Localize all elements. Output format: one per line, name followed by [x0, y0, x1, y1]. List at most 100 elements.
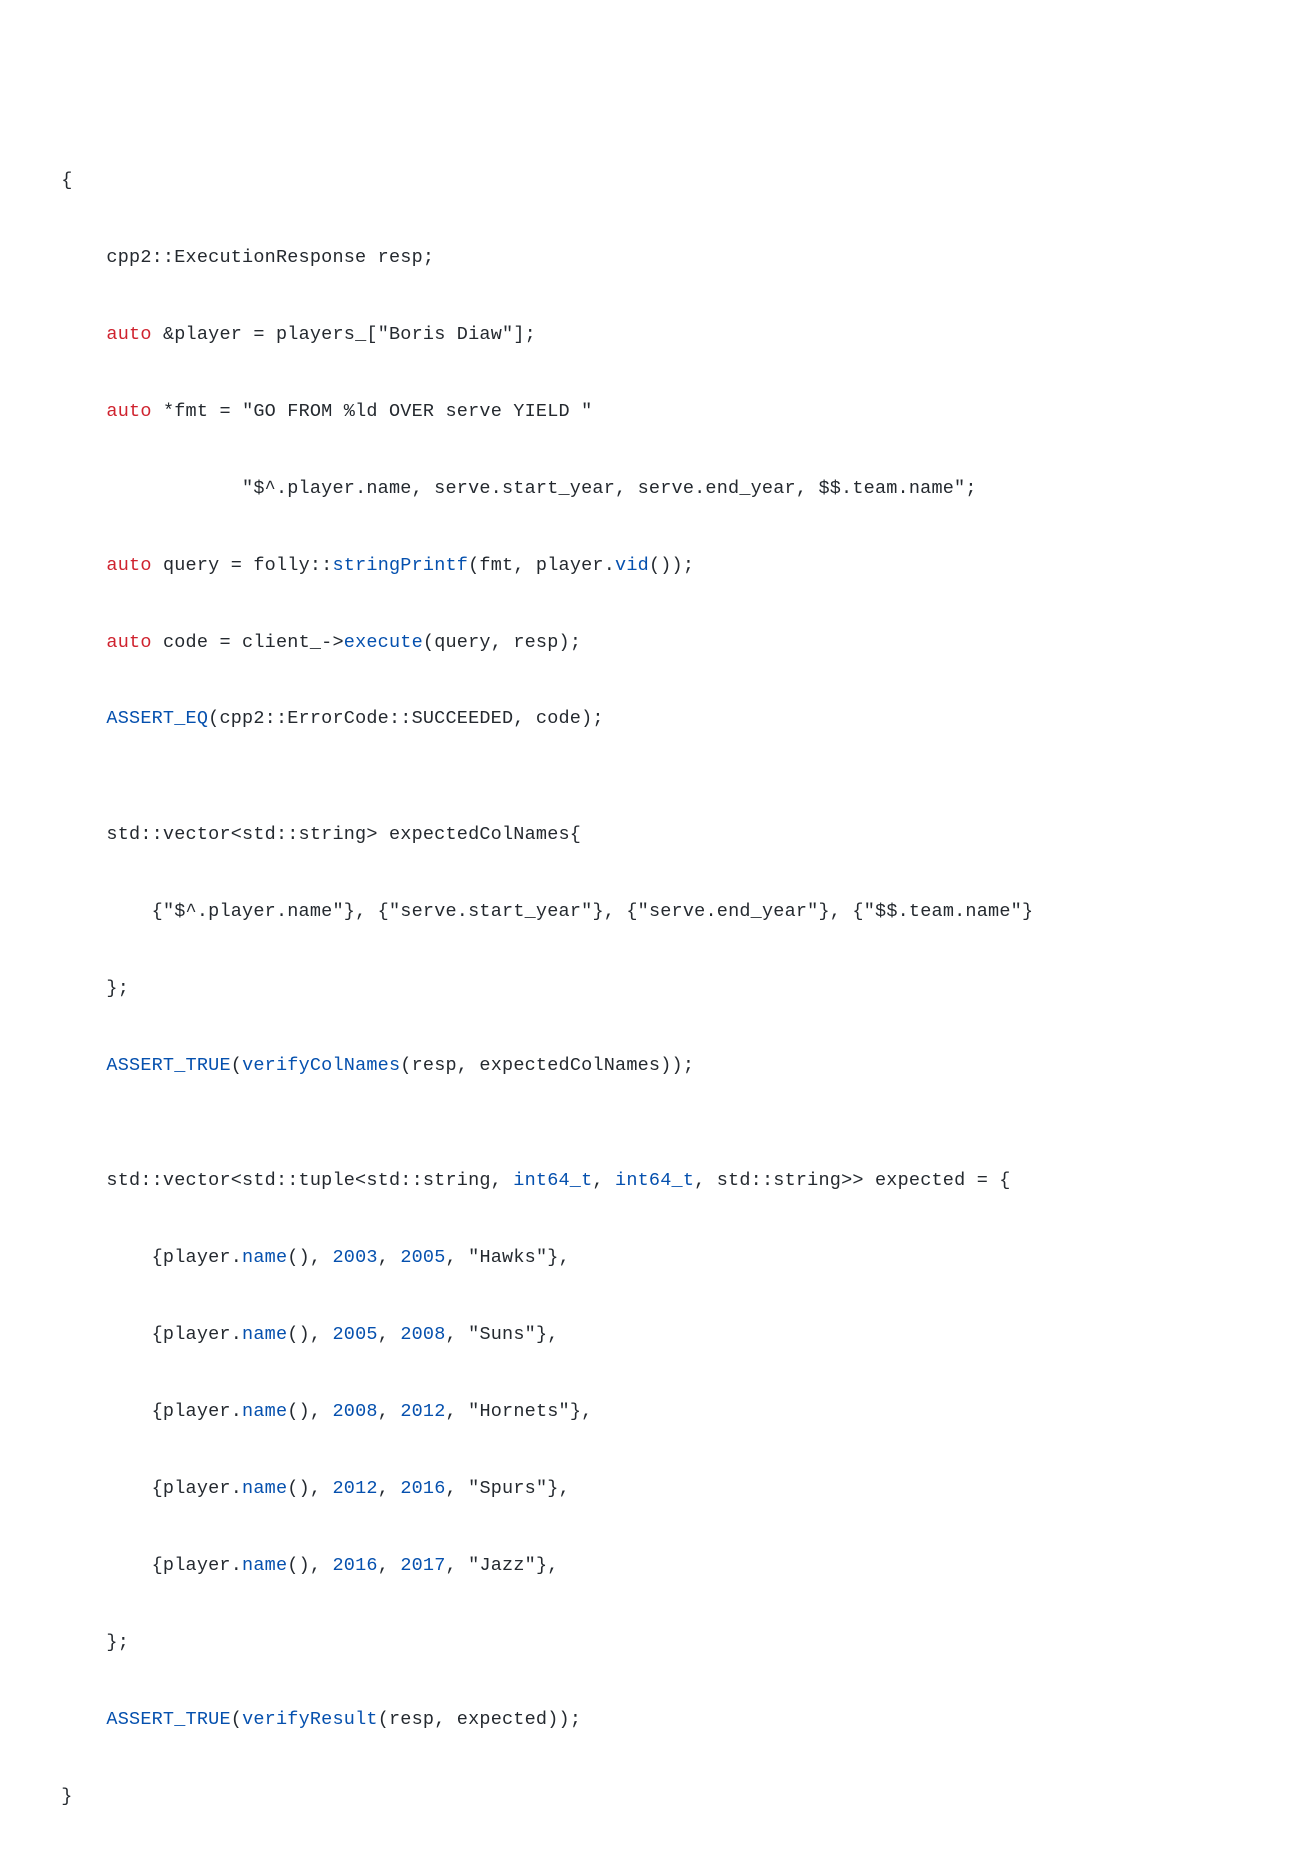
code-token: ,	[378, 1401, 401, 1422]
code-token: },	[536, 1555, 559, 1576]
code-line: };	[16, 970, 1290, 1008]
code-token: name	[242, 1555, 287, 1576]
code-token: },	[547, 1478, 570, 1499]
code-token: ;	[965, 478, 976, 499]
code-token: ,	[378, 1555, 401, 1576]
code-token: ,	[446, 1247, 469, 1268]
code-token: };	[106, 978, 129, 999]
code-token: {	[152, 901, 163, 922]
code-line: {player.name(), 2003, 2005, "Hawks"},	[16, 1239, 1290, 1277]
code-line: "$^.player.name, serve.start_year, serve…	[16, 470, 1290, 508]
code-token: }	[61, 1786, 72, 1807]
code-token: (),	[287, 1555, 332, 1576]
code-token: {	[61, 170, 72, 191]
code-token: (resp, expectedColNames));	[400, 1055, 694, 1076]
code-token: "Jazz"	[468, 1555, 536, 1576]
code-token: *fmt =	[152, 401, 242, 422]
code-token: (),	[287, 1478, 332, 1499]
code-line: auto code = client_->execute(query, resp…	[16, 624, 1290, 662]
code-token: auto	[106, 555, 151, 576]
code-token: "Suns"	[468, 1324, 536, 1345]
code-token: "serve.end_year"	[638, 901, 819, 922]
code-token: "serve.start_year"	[389, 901, 592, 922]
code-token: "Spurs"	[468, 1478, 547, 1499]
code-token: }, {	[344, 901, 389, 922]
code-token: },	[570, 1401, 593, 1422]
code-line: ASSERT_TRUE(verifyColNames(resp, expecte…	[16, 1047, 1290, 1085]
code-token: ,	[446, 1324, 469, 1345]
code-token: ,	[592, 1170, 615, 1191]
code-token: name	[242, 1478, 287, 1499]
code-line: };	[16, 1624, 1290, 1662]
code-token: 2005	[400, 1247, 445, 1268]
code-token: vid	[615, 555, 649, 576]
code-token: std::vector<std::tuple<std::string,	[106, 1170, 513, 1191]
code-line: {	[16, 162, 1290, 200]
code-token: ASSERT_EQ	[106, 708, 208, 729]
code-token: ,	[446, 1478, 469, 1499]
code-token: verifyColNames	[242, 1055, 400, 1076]
code-token: 2016	[400, 1478, 445, 1499]
code-token: name	[242, 1401, 287, 1422]
code-token: name	[242, 1324, 287, 1345]
code-line: ASSERT_TRUE(verifyResult(resp, expected)…	[16, 1701, 1290, 1739]
code-line: cpp2::ExecutionResponse resp;	[16, 239, 1290, 277]
code-token: },	[536, 1324, 559, 1345]
code-token: (fmt, player.	[468, 555, 615, 576]
code-token: 2003	[332, 1247, 377, 1268]
code-token: 2008	[332, 1401, 377, 1422]
code-line: {player.name(), 2016, 2017, "Jazz"},	[16, 1547, 1290, 1585]
code-token: &player = players_[	[152, 324, 378, 345]
code-line: }	[16, 1778, 1290, 1816]
code-token: ASSERT_TRUE	[106, 1055, 230, 1076]
code-token: ,	[378, 1324, 401, 1345]
code-token: 2005	[332, 1324, 377, 1345]
code-token: (query, resp);	[423, 632, 581, 653]
code-token: "$^.player.name"	[163, 901, 344, 922]
code-token: 2008	[400, 1324, 445, 1345]
code-token: {player.	[152, 1478, 242, 1499]
code-token: ,	[378, 1247, 401, 1268]
code-token: ];	[513, 324, 536, 345]
code-token: "$$.team.name"	[864, 901, 1022, 922]
code-token: }	[1022, 901, 1033, 922]
code-token: };	[106, 1632, 129, 1653]
code-token: {player.	[152, 1401, 242, 1422]
code-token: code = client_->	[152, 632, 344, 653]
code-token: cpp2::ExecutionResponse resp;	[106, 247, 434, 268]
code-line: auto query = folly::stringPrintf(fmt, pl…	[16, 547, 1290, 585]
code-token: auto	[106, 401, 151, 422]
code-token: execute	[344, 632, 423, 653]
code-line: {player.name(), 2005, 2008, "Suns"},	[16, 1316, 1290, 1354]
code-token: (),	[287, 1324, 332, 1345]
code-token: query = folly::	[152, 555, 333, 576]
code-token: "Boris Diaw"	[378, 324, 514, 345]
code-line: {player.name(), 2012, 2016, "Spurs"},	[16, 1470, 1290, 1508]
code-line: {player.name(), 2008, 2012, "Hornets"},	[16, 1393, 1290, 1431]
code-token: },	[547, 1247, 570, 1268]
code-line: {"$^.player.name"}, {"serve.start_year"}…	[16, 893, 1290, 931]
code-token: ASSERT_TRUE	[106, 1709, 230, 1730]
code-token: "GO FROM %ld OVER serve YIELD "	[242, 401, 592, 422]
code-token: (resp, expected));	[378, 1709, 581, 1730]
code-token: stringPrintf	[332, 555, 468, 576]
code-token: "Hawks"	[468, 1247, 547, 1268]
code-token: , std::string>> expected = {	[694, 1170, 1010, 1191]
code-token: ,	[378, 1478, 401, 1499]
code-token: ());	[649, 555, 694, 576]
code-token: "Hornets"	[468, 1401, 570, 1422]
code-token: 2012	[400, 1401, 445, 1422]
code-token: ,	[446, 1555, 469, 1576]
code-token: name	[242, 1247, 287, 1268]
code-token: {player.	[152, 1247, 242, 1268]
code-line: auto &player = players_["Boris Diaw"];	[16, 316, 1290, 354]
code-token: (	[231, 1709, 242, 1730]
code-line: std::vector<std::tuple<std::string, int6…	[16, 1162, 1290, 1200]
code-token: auto	[106, 632, 151, 653]
code-token: }, {	[819, 901, 864, 922]
code-token: 2012	[332, 1478, 377, 1499]
code-line: auto *fmt = "GO FROM %ld OVER serve YIEL…	[16, 393, 1290, 431]
code-block: { cpp2::ExecutionResponse resp; auto &pl…	[16, 162, 1290, 1852]
code-token: {player.	[152, 1324, 242, 1345]
code-token: int64_t	[615, 1170, 694, 1191]
